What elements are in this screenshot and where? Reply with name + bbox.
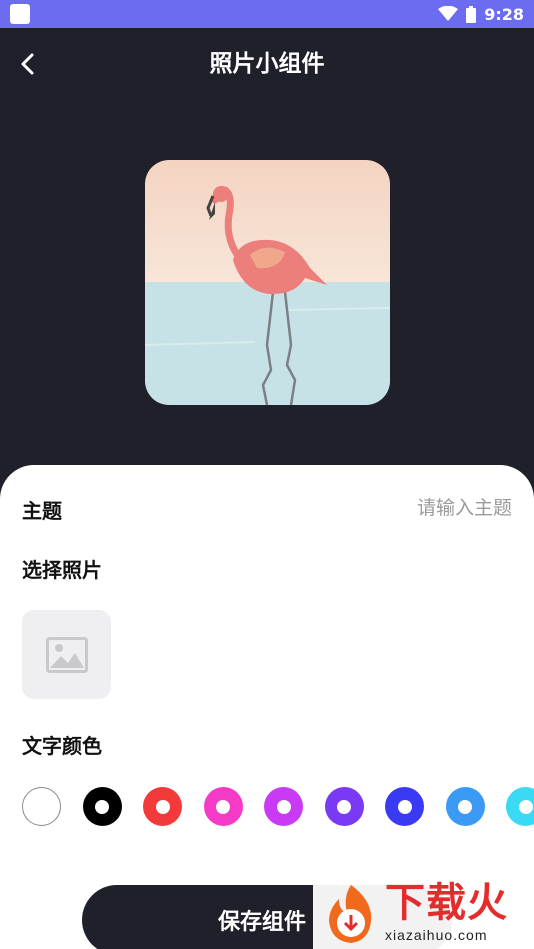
- battery-icon: [466, 5, 477, 23]
- text-color-label: 文字颜色: [22, 734, 102, 758]
- swatch-center-dot: [397, 799, 412, 814]
- color-swatch[interactable]: [445, 787, 485, 826]
- select-photo-label: 选择照片: [22, 558, 102, 582]
- color-swatch[interactable]: [203, 787, 243, 826]
- swatch-center-dot: [458, 799, 472, 814]
- status-time: 9:28: [484, 4, 524, 24]
- widget-preview: [145, 160, 390, 405]
- watermark-text: 下载火: [385, 880, 508, 926]
- app-icon: [10, 4, 30, 24]
- status-icons: 9:28: [438, 3, 524, 25]
- color-swatch[interactable]: [82, 787, 122, 826]
- save-widget-label: 保存组件: [217, 910, 306, 935]
- swatch-center-dot: [276, 799, 291, 814]
- flame-logo: [329, 885, 372, 943]
- swatch-center-dot: [216, 799, 230, 814]
- image-placeholder-icon: [45, 636, 88, 673]
- swatch-center-dot: [518, 799, 533, 814]
- swatch-center-dot: [155, 799, 170, 814]
- swatch-center-dot: [337, 799, 351, 814]
- color-swatch[interactable]: [385, 787, 424, 826]
- photo-picker-button[interactable]: [22, 610, 111, 699]
- app-screen: 9:28 照片小组件 主题 请输入主题 选择照片 文字颜色 保存组件 下载火 x…: [0, 0, 534, 949]
- status-bar: 9:28: [0, 0, 534, 28]
- swatch-center-dot: [95, 799, 109, 814]
- page-title: 照片小组件: [209, 51, 325, 77]
- color-swatch[interactable]: [264, 787, 303, 826]
- color-swatch-row: [22, 787, 534, 827]
- watermark-url: xiazaihuo.com: [385, 927, 488, 943]
- subject-input[interactable]: [312, 493, 512, 523]
- color-swatch[interactable]: [324, 787, 364, 826]
- color-swatch[interactable]: [506, 787, 534, 826]
- flamingo-illustration: [145, 160, 390, 405]
- color-swatch[interactable]: [22, 787, 61, 826]
- wifi-icon: [438, 6, 459, 21]
- watermark: 下载火 xiazaihuo.com: [313, 879, 534, 949]
- settings-sheet: 主题 选择照片 文字颜色 保存组件: [0, 465, 534, 949]
- color-swatch[interactable]: [143, 787, 182, 826]
- subject-label: 主题: [22, 499, 62, 523]
